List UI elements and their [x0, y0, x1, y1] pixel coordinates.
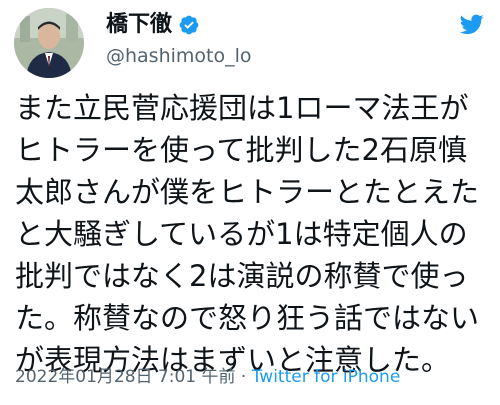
tweet-text: また立民菅応援団は1ローマ法王が ヒトラーを使って批判した2石原慎 太郎さんが僕… — [15, 87, 491, 381]
tweet-text-line: 太郎さんが僕をヒトラーとたとえた — [15, 175, 480, 209]
tweet-text-line: と大騒ぎしているが1は特定個人の — [15, 217, 468, 251]
meta-separator: · — [235, 367, 252, 387]
avatar[interactable] — [14, 8, 84, 78]
tweet-meta: 2022年01月28日 7:01 午前 · Twitter for iPhone — [15, 366, 400, 388]
tweet-card: 橋下徹 @hashimoto_lo また立民菅応援団は1ローマ法王が ヒトラーを… — [0, 0, 500, 405]
tweet-text-line: ヒトラーを使って批判した2石原慎 — [15, 133, 468, 167]
tweet-source-link[interactable]: Twitter for iPhone — [252, 367, 401, 387]
twitter-bird-icon[interactable] — [458, 12, 486, 36]
tweet-text-line: た。称賛なので怒り狂う話ではない — [15, 301, 480, 335]
name-row: 橋下徹 — [106, 12, 200, 38]
tweet-text-line: 批判ではなく2は演説の称賛で使っ — [15, 259, 469, 293]
tweet-timestamp[interactable]: 2022年01月28日 7:01 午前 — [15, 367, 236, 387]
display-name[interactable]: 橋下徹 — [106, 12, 172, 38]
tweet-text-line: また立民菅応援団は1ローマ法王が — [15, 91, 469, 125]
avatar-photo — [14, 8, 84, 78]
verified-badge-icon — [179, 15, 199, 35]
user-handle[interactable]: @hashimoto_lo — [106, 44, 252, 68]
